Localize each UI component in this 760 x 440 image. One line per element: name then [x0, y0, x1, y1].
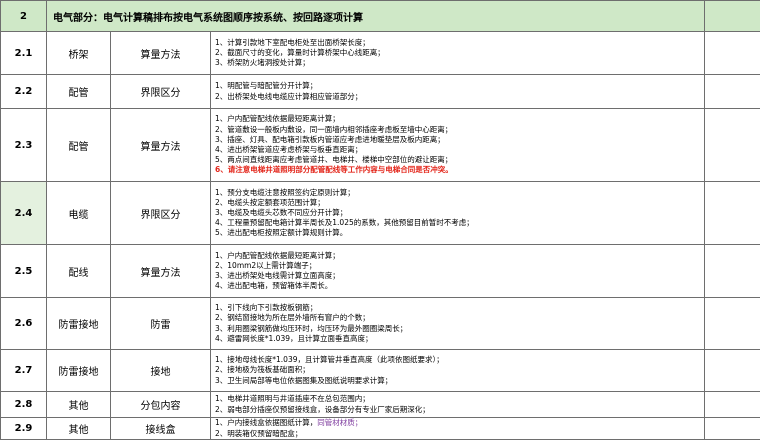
desc-line: 3、卫生间局部等电位依据图集及图纸说明要求计算； — [215, 376, 704, 386]
row-category: 桥架 — [47, 32, 111, 75]
desc-line: 1、预分支电缆注意按照签约定原则计算； — [215, 188, 704, 198]
spec-table: 2 电气部分：电气计算稿排布按电气系统图顺序按系统、按回路逐项计算 2.1 桥架… — [0, 0, 760, 440]
row-category: 配管 — [47, 75, 111, 109]
desc-line-warning: 6、请注意电梯井道照明部分配管配线等工作内容与电梯合同是否冲突。 — [215, 165, 704, 175]
desc-line: 2、管道敷设一般板内敷设，同一面墙内相邻插座考虑板至墙中心距离； — [215, 125, 704, 135]
row-empty-cell — [705, 392, 760, 418]
row-category: 电缆 — [47, 182, 111, 245]
desc-line: 1、电梯井道照明与井道插座不在总包范围内； — [215, 394, 704, 404]
row-item: 算量方法 — [111, 109, 211, 182]
header-empty-cell — [705, 1, 760, 32]
row-description: 1、计算引款地下室配电柜处至出面桥架长度； 2、截面尺寸的变化，算量时计算桥架中… — [211, 32, 705, 75]
row-description: 1、明配管与暗配管分开计算； 2、出桥架处电线电缆应计算相应管道部分； — [211, 75, 705, 109]
desc-line: 3、利用圈梁钢筋做均压环时，均压环为最外圈圈梁周长； — [215, 324, 704, 334]
row-description: 1、电梯井道照明与井道插座不在总包范围内； 2、弱电部分插座仅预留接线盒，设备部… — [211, 392, 705, 418]
row-item: 接地 — [111, 350, 211, 392]
row-description: 1、户内配管配线依据最短距离计算； 2、管道敷设一般板内敷设，同一面墙内相邻插座… — [211, 109, 705, 182]
desc-line: 1、户内接线盒依据图纸计算，同管材材质； — [215, 418, 704, 428]
desc-line: 1、计算引款地下室配电柜处至出面桥架长度； — [215, 38, 704, 48]
row-empty-cell — [705, 298, 760, 350]
desc-line: 2、出桥架处电线电缆应计算相应管道部分； — [215, 92, 704, 102]
desc-line: 2、截面尺寸的变化，算量时计算桥架中心线距离； — [215, 48, 704, 58]
desc-line: 1、户内配管配线依据最短距离计算； — [215, 251, 704, 261]
row-category: 防雷接地 — [47, 298, 111, 350]
table-row: 2.7 防雷接地 接地 1、接地母线长度*1.039，且计算管井垂直高度（此项依… — [1, 350, 760, 392]
desc-line: 1、接地母线长度*1.039，且计算管井垂直高度（此项依图纸要求）； — [215, 355, 704, 365]
desc-line-text: 1、户内接线盒依据图纸计算， — [215, 418, 317, 427]
row-item: 算量方法 — [111, 245, 211, 298]
row-category: 其他 — [47, 392, 111, 418]
desc-line: 1、引下线向下引款按板钢筋； — [215, 303, 704, 313]
table-row: 2.9 其他 接线盒 1、户内接线盒依据图纸计算，同管材材质； 2、明装箱仅预留… — [1, 418, 760, 440]
row-description: 1、引下线向下引款按板钢筋； 2、钢结窗接地为所在层外墙所有窗户的个数； 3、利… — [211, 298, 705, 350]
table-row: 2.6 防雷接地 防雷 1、引下线向下引款按板钢筋； 2、钢结窗接地为所在层外墙… — [1, 298, 760, 350]
table-row: 2.1 桥架 算量方法 1、计算引款地下室配电柜处至出面桥架长度； 2、截面尺寸… — [1, 32, 760, 75]
row-description: 1、预分支电缆注意按照签约定原则计算； 2、电缆头按定额套项范围计算； 3、电缆… — [211, 182, 705, 245]
row-number: 2.4 — [1, 182, 47, 245]
desc-line: 4、进出配电箱，预留箱体半周长。 — [215, 281, 704, 291]
row-item: 接线盒 — [111, 418, 211, 440]
header-title: 电气部分：电气计算稿排布按电气系统图顺序按系统、按回路逐项计算 — [47, 1, 705, 32]
row-number: 2.5 — [1, 245, 47, 298]
desc-line: 2、10mm2以上需计算端子； — [215, 261, 704, 271]
row-item: 界限区分 — [111, 182, 211, 245]
desc-line: 3、电缆及电缆头芯数不同应分开计算； — [215, 208, 704, 218]
desc-line: 4、进出桥架管道应考虑桥架与板垂直距离； — [215, 145, 704, 155]
row-description: 1、户内配管配线依据最短距离计算； 2、10mm2以上需计算端子； 3、进出桥架… — [211, 245, 705, 298]
row-number: 2.7 — [1, 350, 47, 392]
row-empty-cell — [705, 182, 760, 245]
table-row: 2.2 配管 界限区分 1、明配管与暗配管分开计算； 2、出桥架处电线电缆应计算… — [1, 75, 760, 109]
row-number: 2.3 — [1, 109, 47, 182]
desc-line: 1、明配管与暗配管分开计算； — [215, 81, 704, 91]
table-row: 2.4 电缆 界限区分 1、预分支电缆注意按照签约定原则计算； 2、电缆头按定额… — [1, 182, 760, 245]
row-description: 1、接地母线长度*1.039，且计算管井垂直高度（此项依图纸要求）； 2、接地极… — [211, 350, 705, 392]
desc-line: 4、工程量预留配电箱计算半周长及1.025的系数，其他预留目前暂时不考虑； — [215, 218, 704, 228]
desc-line: 2、电缆头按定额套项范围计算； — [215, 198, 704, 208]
row-category: 其他 — [47, 418, 111, 440]
row-number: 2.6 — [1, 298, 47, 350]
row-number: 2.2 — [1, 75, 47, 109]
row-empty-cell — [705, 245, 760, 298]
row-item: 界限区分 — [111, 75, 211, 109]
row-item: 防雷 — [111, 298, 211, 350]
desc-line: 2、明装箱仅预留暗配盒； — [215, 429, 704, 439]
row-empty-cell — [705, 32, 760, 75]
row-category: 配管 — [47, 109, 111, 182]
row-item: 算量方法 — [111, 32, 211, 75]
header-number: 2 — [1, 1, 47, 32]
desc-line-note: 同管材材质； — [317, 418, 362, 427]
row-category: 配线 — [47, 245, 111, 298]
table-row: 2.8 其他 分包内容 1、电梯井道照明与井道插座不在总包范围内； 2、弱电部分… — [1, 392, 760, 418]
table-row: 2.3 配管 算量方法 1、户内配管配线依据最短距离计算； 2、管道敷设一般板内… — [1, 109, 760, 182]
row-item: 分包内容 — [111, 392, 211, 418]
desc-line: 2、弱电部分插座仅预留接线盒，设备部分有专业厂家后期深化； — [215, 405, 704, 415]
row-category: 防雷接地 — [47, 350, 111, 392]
row-number: 2.9 — [1, 418, 47, 440]
desc-line: 1、户内配管配线依据最短距离计算； — [215, 114, 704, 124]
desc-line: 2、钢结窗接地为所在层外墙所有窗户的个数； — [215, 313, 704, 323]
row-empty-cell — [705, 109, 760, 182]
header-row: 2 电气部分：电气计算稿排布按电气系统图顺序按系统、按回路逐项计算 — [1, 1, 760, 32]
desc-line: 3、插座、灯具、配电箱引款板内管道应考虑进地暖垫层及板内距离； — [215, 135, 704, 145]
row-description: 1、户内接线盒依据图纸计算，同管材材质； 2、明装箱仅预留暗配盒； — [211, 418, 705, 440]
row-empty-cell — [705, 350, 760, 392]
desc-line: 4、避雷网长度*1.039，且计算立面垂直高度； — [215, 334, 704, 344]
row-number: 2.8 — [1, 392, 47, 418]
desc-line: 2、接地极为筏板基础面积； — [215, 365, 704, 375]
table-row: 2.5 配线 算量方法 1、户内配管配线依据最短距离计算； 2、10mm2以上需… — [1, 245, 760, 298]
desc-line: 3、进出桥架处电线需计算立面高度； — [215, 271, 704, 281]
row-number: 2.1 — [1, 32, 47, 75]
row-empty-cell — [705, 75, 760, 109]
desc-line: 5、两点间直线距离应考虑管道井、电梯井、楼梯中空部位的避让距离； — [215, 155, 704, 165]
row-empty-cell — [705, 418, 760, 440]
desc-line: 5、进出配电柜按照定额计算规则计算。 — [215, 228, 704, 238]
desc-line: 3、桥架防火堵洞按处计算； — [215, 58, 704, 68]
